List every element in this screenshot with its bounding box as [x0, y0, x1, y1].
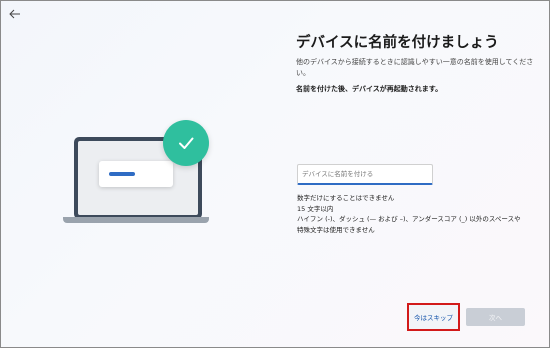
rule-line: 15 文字以内	[297, 204, 334, 213]
page-description: 他のデバイスから接続するときに認識しやすい一意の名前を使用してください。	[296, 58, 534, 77]
checkmark-icon	[163, 120, 209, 166]
device-illustration	[1, 1, 241, 241]
laptop-base	[63, 217, 209, 223]
page-title: デバイスに名前を付けましょう	[296, 35, 499, 51]
device-name-input[interactable]	[297, 164, 433, 185]
naming-rules: 数字だけにすることはできません 15 文字以内 ハイフン (-)、ダッシュ (—…	[297, 193, 542, 235]
rule-line: 特殊文字は使用できません	[297, 225, 375, 234]
name-card	[99, 161, 173, 187]
rule-line: ハイフン (-)、ダッシュ (— および –)、アンダースコア (_) 以外のス…	[297, 215, 521, 223]
setup-window: デバイスに名前を付けましょう 他のデバイスから接続するときに認識しやすい一意の名…	[0, 0, 550, 348]
next-button[interactable]: 次へ	[466, 308, 525, 326]
rule-line: 数字だけにすることはできません	[297, 194, 395, 202]
restart-note: 名前を付けた後、デバイスが再起動されます。	[296, 85, 443, 93]
name-card-bar	[109, 172, 135, 176]
skip-button[interactable]: 今はスキップ	[407, 303, 460, 331]
